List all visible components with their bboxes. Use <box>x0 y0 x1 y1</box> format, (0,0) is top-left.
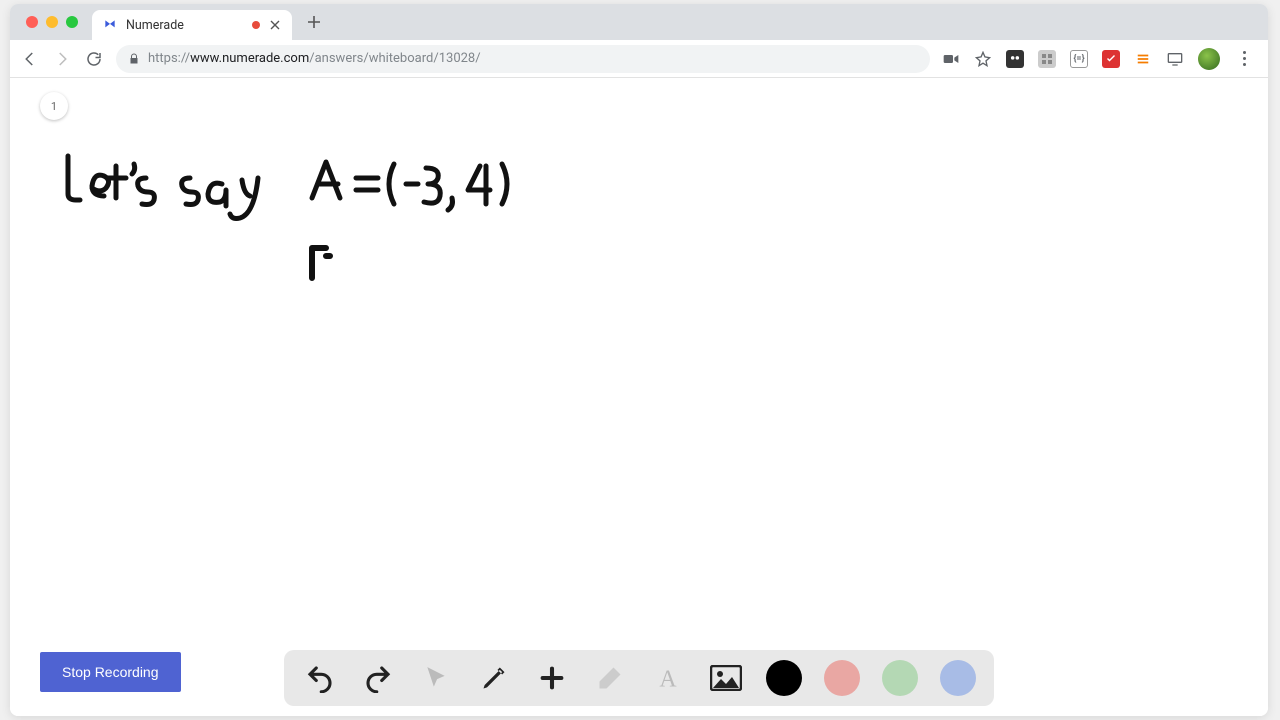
color-green[interactable] <box>882 660 918 696</box>
window-controls <box>20 16 86 28</box>
profile-avatar[interactable] <box>1198 48 1220 70</box>
tab-favicon <box>102 17 118 33</box>
bookmark-star-icon[interactable] <box>974 50 992 68</box>
window-close-button[interactable] <box>26 16 38 28</box>
lock-icon <box>128 53 140 65</box>
url-text: https://www.numerade.com/answers/whitebo… <box>148 51 481 66</box>
text-tool[interactable]: A <box>650 660 686 696</box>
whiteboard-canvas[interactable] <box>50 148 550 352</box>
whiteboard-toolbar: A <box>284 650 994 706</box>
browser-menu-button[interactable] <box>1234 49 1254 69</box>
extension-mask-icon[interactable] <box>1006 50 1024 68</box>
svg-text:A: A <box>659 667 677 691</box>
pointer-tool[interactable] <box>418 660 454 696</box>
reload-button[interactable] <box>84 49 104 69</box>
kebab-icon <box>1243 51 1246 66</box>
undo-button[interactable] <box>302 660 338 696</box>
window-minimize-button[interactable] <box>46 16 58 28</box>
eraser-tool[interactable] <box>592 660 628 696</box>
extension-lines-icon[interactable] <box>1134 50 1152 68</box>
camera-icon[interactable] <box>942 50 960 68</box>
tab-close-button[interactable] <box>268 18 282 32</box>
forward-button[interactable] <box>52 49 72 69</box>
toolbar-right-icons: {=} <box>942 48 1258 70</box>
extension-grid-icon[interactable] <box>1038 50 1056 68</box>
page-number-badge[interactable]: 1 <box>40 92 68 120</box>
stop-recording-button[interactable]: Stop Recording <box>40 652 181 692</box>
color-black[interactable] <box>766 660 802 696</box>
extension-red-check-icon[interactable] <box>1102 50 1120 68</box>
window-maximize-button[interactable] <box>66 16 78 28</box>
tab-title: Numerade <box>126 18 244 33</box>
extension-screen-icon[interactable] <box>1166 50 1184 68</box>
color-red[interactable] <box>824 660 860 696</box>
add-tool[interactable] <box>534 660 570 696</box>
image-tool[interactable] <box>708 660 744 696</box>
recording-indicator-icon <box>252 21 260 29</box>
back-button[interactable] <box>20 49 40 69</box>
browser-toolbar: https://www.numerade.com/answers/whitebo… <box>10 40 1268 78</box>
redo-button[interactable] <box>360 660 396 696</box>
page-content: 1 <box>10 78 1268 716</box>
color-blue[interactable] <box>940 660 976 696</box>
pencil-tool[interactable] <box>476 660 512 696</box>
tab-strip: Numerade <box>10 4 1268 40</box>
new-tab-button[interactable] <box>300 8 328 36</box>
browser-window: Numerade https://www.numerade.com/answer… <box>10 4 1268 716</box>
extension-braces-icon[interactable]: {=} <box>1070 50 1088 68</box>
address-bar[interactable]: https://www.numerade.com/answers/whitebo… <box>116 45 930 73</box>
browser-tab[interactable]: Numerade <box>92 10 292 40</box>
